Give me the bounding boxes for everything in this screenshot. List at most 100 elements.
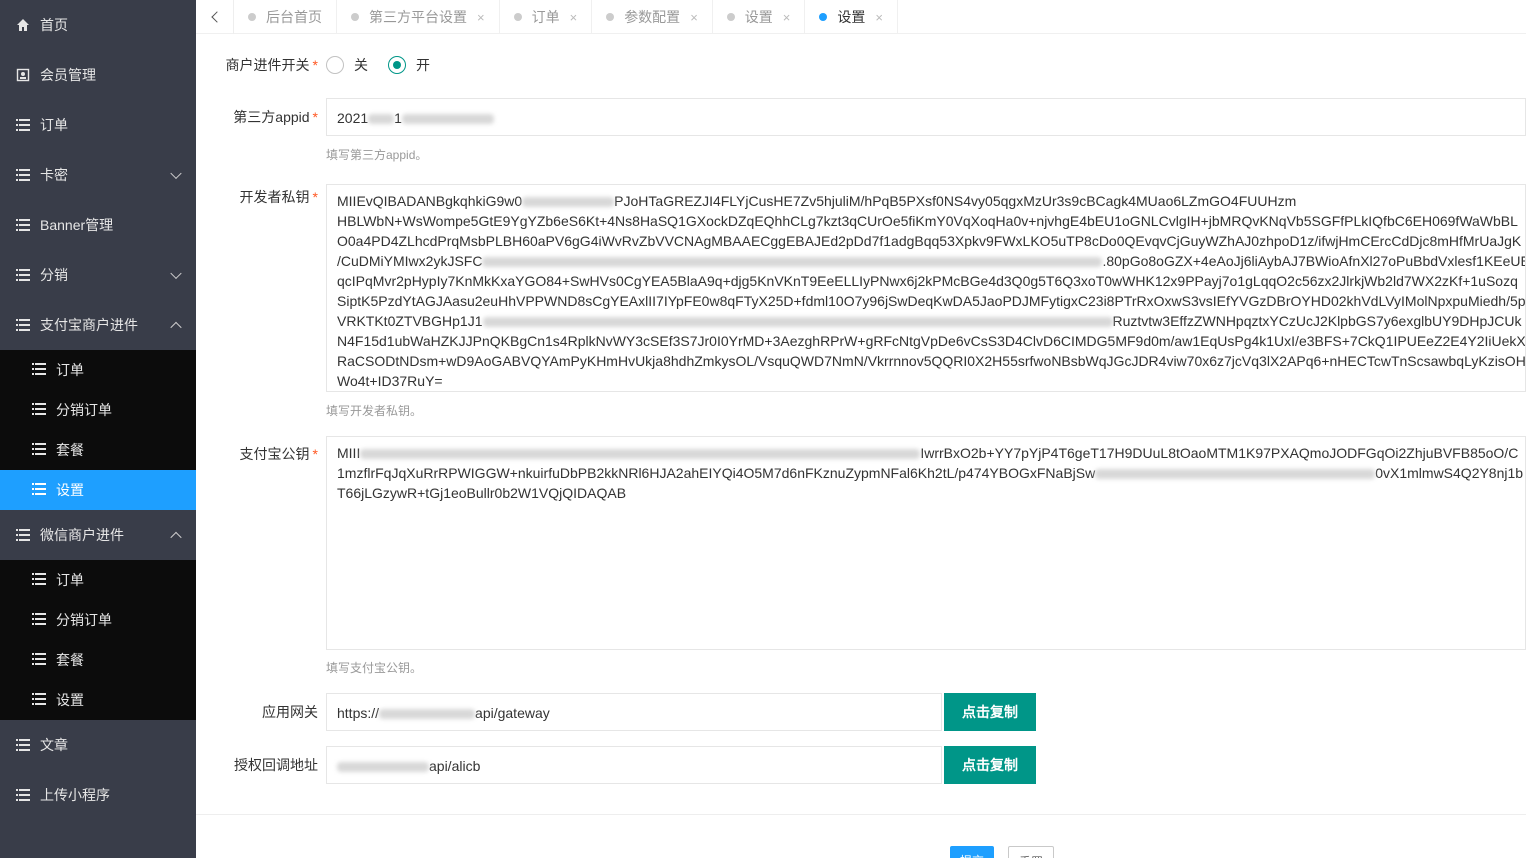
submenu-item-label: 分销订单: [56, 402, 112, 418]
tab-dashboard[interactable]: 后台首页: [234, 0, 337, 34]
sidebar-item-upload-miniapp[interactable]: 上传小程序: [0, 770, 196, 820]
private-key-hint: 填写开发者私钥。: [326, 404, 423, 418]
submenu-item-label: 设置: [56, 482, 84, 498]
sidebar-item-distribution[interactable]: 分销: [0, 250, 196, 300]
radio-off[interactable]: [326, 56, 344, 74]
tab-params[interactable]: 参数配置 ×: [592, 0, 713, 34]
sidebar-item-wechat-merchant[interactable]: 微信商户进件: [0, 510, 196, 560]
form-divider: [196, 814, 1526, 815]
chevron-left-icon: [210, 11, 223, 23]
sidebar-item-members[interactable]: 会员管理: [0, 50, 196, 100]
tab-third-party-settings[interactable]: 第三方平台设置 ×: [337, 0, 500, 34]
tab-settings[interactable]: 设置 ×: [713, 0, 806, 34]
private-key-line: RaCSODtNDsm+wD9AoGABVQYAmPyKHmHvUkja8hdh…: [337, 353, 1526, 369]
reset-button[interactable]: 重置: [1008, 846, 1054, 858]
public-key-hint: 填写支付宝公钥。: [326, 661, 423, 675]
tab-label: 订单: [531, 9, 560, 25]
tab-dot-icon: [351, 13, 359, 21]
copy-callback-button[interactable]: 点击复制: [944, 746, 1036, 784]
required-mark: *: [312, 57, 318, 73]
sidebar-item-orders[interactable]: 订单: [0, 100, 196, 150]
appid-value-mid: 1: [394, 110, 402, 126]
required-mark: *: [312, 109, 318, 125]
sidebar-item-label: 订单: [40, 117, 68, 133]
submenu-item-settings[interactable]: 设置: [0, 680, 196, 720]
submenu-item-label: 套餐: [56, 652, 84, 668]
sidebar-item-label: Banner管理: [40, 217, 114, 233]
tab-bar: 后台首页 第三方平台设置 × 订单 × 参数配置 × 设置 × 设置 ×: [196, 0, 1526, 34]
submenu-item-settings-active[interactable]: 设置: [0, 470, 196, 510]
tab-settings-active[interactable]: 设置 ×: [805, 0, 898, 34]
redacted-blur: [1095, 469, 1376, 480]
submenu-item-packages[interactable]: 套餐: [0, 430, 196, 470]
list-icon: [32, 653, 46, 667]
close-icon[interactable]: ×: [783, 10, 791, 25]
copy-gateway-button[interactable]: 点击复制: [944, 693, 1036, 731]
tab-label: 设置: [837, 9, 866, 25]
submenu-item-label: 设置: [56, 692, 84, 708]
tab-orders[interactable]: 订单 ×: [500, 0, 593, 34]
public-key-line: 1mzflrFqJqXuRrRPWIGGW+nkuirfuDbPB2kkNRl6…: [337, 465, 1524, 481]
redacted-blur: [337, 762, 429, 773]
public-key-line: T66jLGzywR+tGj1eoBullr0b2W1VQjQIDAQAB: [337, 485, 627, 501]
radio-on[interactable]: [388, 56, 406, 74]
submenu-item-distribution-orders[interactable]: 分销订单: [0, 600, 196, 640]
sidebar-item-alipay-merchant[interactable]: 支付宝商户进件: [0, 300, 196, 350]
close-icon[interactable]: ×: [477, 10, 485, 25]
list-icon: [32, 403, 46, 417]
list-icon: [16, 738, 30, 752]
private-key-line: SiptK5PzdYtAGJAasu2euHhVPPWND8sCgYEAxlII…: [337, 293, 1526, 309]
list-icon: [32, 363, 46, 377]
radio-on-label[interactable]: 开: [416, 55, 430, 75]
private-key-line: /CuDMiYMIwx2ykJSFC .80pGo8oGZX+4eAoJj6liA…: [337, 253, 1526, 269]
sidebar-item-home[interactable]: 首页: [0, 0, 196, 50]
form-row-callback: 授权回调地址: [196, 746, 322, 784]
tab-label: 第三方平台设置: [369, 9, 467, 25]
submenu-item-orders[interactable]: 订单: [0, 350, 196, 390]
tab-dot-icon: [726, 13, 735, 21]
redacted-blur: [482, 317, 1113, 328]
submenu-item-label: 订单: [56, 362, 84, 378]
redacted-blur: [360, 449, 921, 460]
redacted-blur: [379, 709, 476, 720]
callback-input[interactable]: api/alicb: [326, 746, 942, 784]
list-icon: [16, 788, 30, 802]
sidebar-item-banner[interactable]: Banner管理: [0, 200, 196, 250]
submenu-item-packages[interactable]: 套餐: [0, 640, 196, 680]
list-icon: [32, 613, 46, 627]
tab-scroll-left-button[interactable]: [196, 0, 234, 34]
submenu-wechat: 订单 分销订单 套餐 设置: [0, 560, 196, 720]
form-row-appid: 第三方appid *: [196, 98, 322, 136]
form-row-private-key: 开发者私钥 *: [196, 178, 322, 216]
private-key-line: VRKTKt0ZTVBGHp1J1 Ruztvtw3EffzZWNHpqztxYC…: [337, 313, 1522, 329]
chevron-down-icon: [170, 167, 182, 180]
gateway-input[interactable]: https:// api/gateway: [326, 693, 942, 731]
submenu-item-distribution-orders[interactable]: 分销订单: [0, 390, 196, 430]
close-icon[interactable]: ×: [690, 10, 698, 25]
public-key-textarea[interactable]: MIII IwrrBxO2b+YY7pYjP4T6geT17H9DUuL8tOao…: [326, 436, 1526, 650]
private-key-textarea[interactable]: MIIEvQIBADANBgkqhkiG9w0 PJoHTaGREZJI4FLYj…: [326, 184, 1526, 392]
submenu-item-label: 分销订单: [56, 612, 112, 628]
close-icon[interactable]: ×: [875, 10, 883, 25]
sidebar-item-label: 会员管理: [40, 67, 96, 83]
sidebar-item-articles[interactable]: 文章: [0, 720, 196, 770]
switch-radio-group: 关 开: [326, 46, 450, 84]
list-icon: [32, 573, 46, 587]
sidebar-item-label: 上传小程序: [40, 787, 110, 803]
home-icon: [16, 18, 30, 32]
sidebar-item-cards[interactable]: 卡密: [0, 150, 196, 200]
private-key-line: N4F15d1ubWaHZKJJPnQKBgCn1s4RplkNvWY3cSEf…: [337, 333, 1526, 349]
gateway-value-prefix: https://: [337, 705, 380, 721]
redacted-blur: [522, 197, 615, 208]
close-icon[interactable]: ×: [570, 10, 578, 25]
appid-hint: 填写第三方appid。: [326, 148, 428, 162]
submit-button[interactable]: 提交: [950, 846, 994, 858]
appid-input[interactable]: 2021 1: [326, 98, 1526, 136]
required-mark: *: [312, 446, 318, 462]
gateway-value-suffix: api/gateway: [475, 705, 550, 721]
radio-off-label[interactable]: 关: [354, 55, 368, 75]
private-key-line: Wo4t+ID37RuY=: [337, 373, 443, 389]
sidebar-item-label: 支付宝商户进件: [40, 317, 138, 333]
sidebar-item-label: 首页: [40, 17, 68, 33]
submenu-item-orders[interactable]: 订单: [0, 560, 196, 600]
